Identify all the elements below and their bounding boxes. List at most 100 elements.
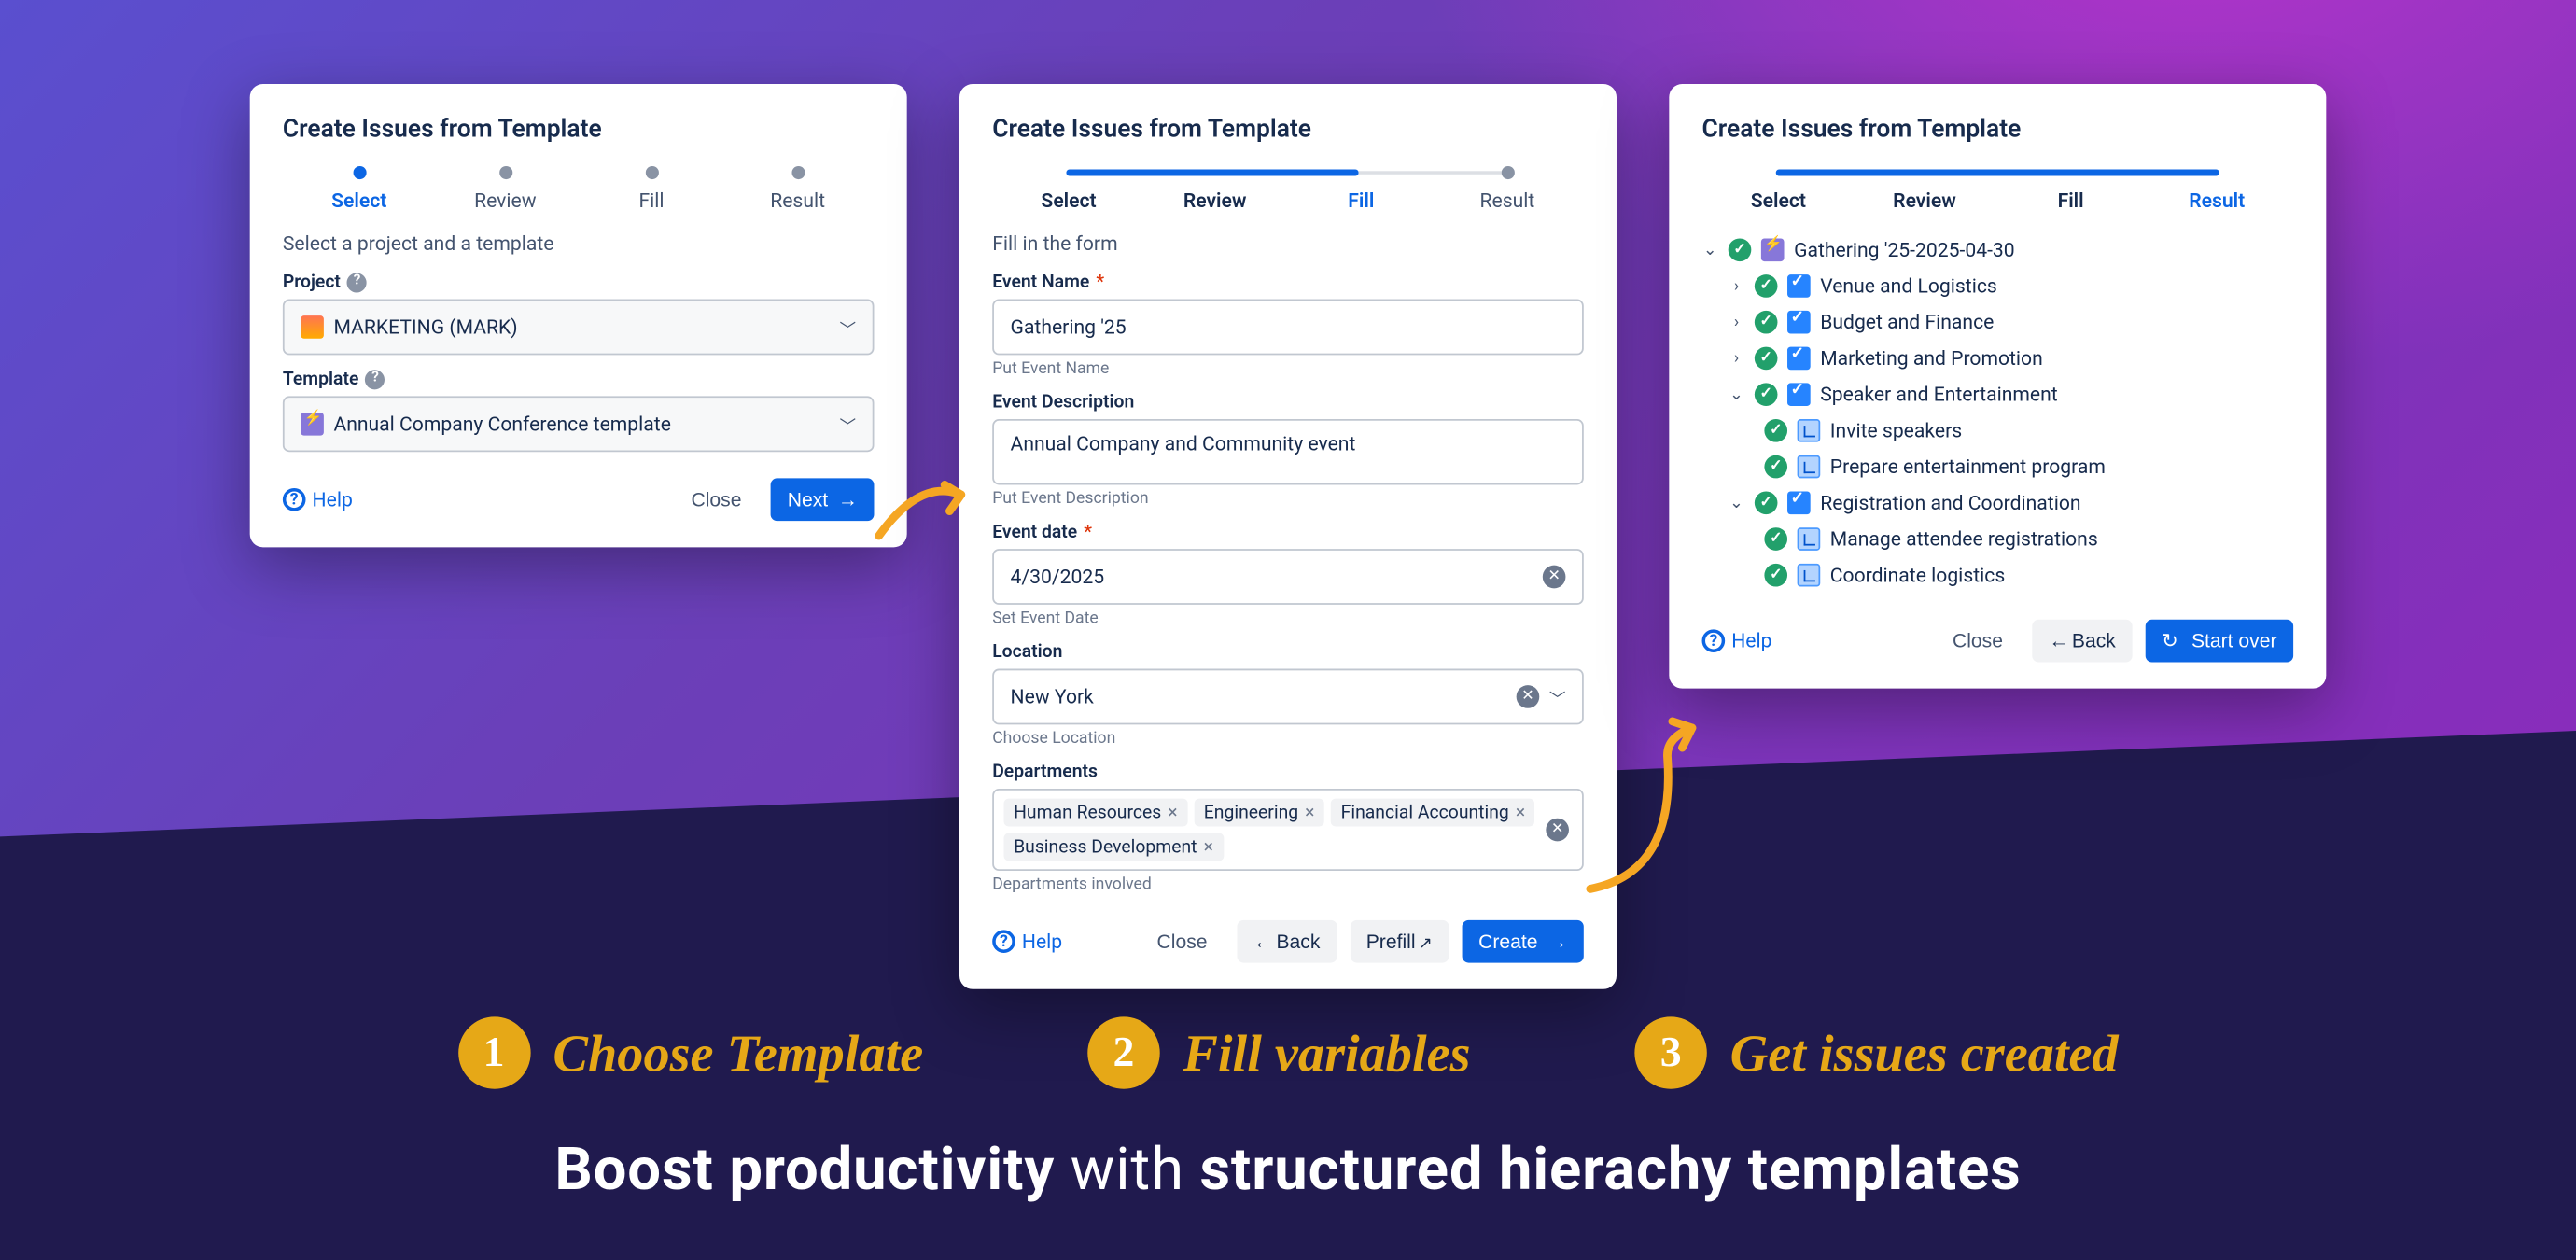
event-description-input[interactable]: Annual Company and Community event: [992, 419, 1584, 484]
step-result[interactable]: Result: [2144, 166, 2290, 212]
tree-toggle-icon[interactable]: ⌄: [1729, 494, 1745, 511]
step-select[interactable]: Select: [1705, 166, 1852, 212]
step-review[interactable]: Review: [432, 166, 579, 212]
headline: Boost productivity with structured hiera…: [0, 1135, 2576, 1204]
hint: Choose Location: [992, 730, 1584, 748]
tree-row-child[interactable]: ✓Manage attendee registrations: [1764, 521, 2293, 557]
template-select[interactable]: Annual Company Conference template ﹀: [283, 396, 875, 452]
start-over-button[interactable]: ↻Start over: [2146, 620, 2294, 663]
tree-row[interactable]: ›✓Venue and Logistics: [1729, 268, 2293, 304]
step-fill[interactable]: Fill: [1997, 166, 2144, 212]
help-icon[interactable]: ?: [365, 369, 385, 388]
tag: Engineering×: [1194, 799, 1324, 827]
help-link[interactable]: ?Help: [1702, 629, 1772, 652]
task-icon: [1787, 491, 1811, 514]
tree-toggle-icon[interactable]: ›: [1729, 349, 1745, 367]
subtask-icon: [1798, 455, 1821, 479]
arrow-right-icon: →: [1547, 930, 1567, 953]
success-icon: ✓: [1755, 274, 1778, 298]
tree-row[interactable]: ⌄✓Speaker and Entertainment: [1729, 376, 2293, 413]
tree-row[interactable]: ⌄✓Registration and Coordination: [1729, 484, 2293, 521]
success-icon: ✓: [1764, 564, 1787, 587]
epic-icon: [301, 413, 324, 436]
back-button[interactable]: ←Back: [1237, 920, 1337, 963]
remove-tag-icon[interactable]: ×: [1305, 802, 1314, 823]
event-name-input[interactable]: Gathering '25: [992, 300, 1584, 356]
success-icon: ✓: [1755, 347, 1778, 371]
step-select[interactable]: Select: [286, 166, 432, 212]
stepper: Select Review Fill Result: [996, 166, 1581, 212]
card-title: Create Issues from Template: [283, 114, 875, 144]
badge-1: 1: [457, 1016, 529, 1088]
step-review[interactable]: Review: [1852, 166, 1998, 212]
arrow-left-icon: ←: [2049, 629, 2068, 652]
project-select[interactable]: MARKETING (MARK) ﹀: [283, 300, 875, 356]
chevron-down-icon: ﹀: [1549, 684, 1566, 708]
success-icon: ✓: [1729, 238, 1752, 261]
chevron-down-icon: ﹀: [840, 315, 857, 339]
step-result[interactable]: Result: [724, 166, 871, 212]
panel-subtitle: Fill in the form: [992, 231, 1584, 255]
success-icon: ✓: [1755, 383, 1778, 406]
prefill-button[interactable]: Prefill↗: [1350, 920, 1449, 963]
close-button[interactable]: Close: [675, 478, 758, 521]
tree-row[interactable]: ›✓Marketing and Promotion: [1729, 341, 2293, 377]
tree-toggle-icon[interactable]: ⌄: [1702, 241, 1719, 259]
close-button[interactable]: Close: [1141, 920, 1224, 963]
event-description-label: Event Description: [992, 391, 1584, 413]
project-icon: [301, 315, 324, 339]
remove-tag-icon[interactable]: ×: [1168, 802, 1177, 823]
success-icon: ✓: [1764, 419, 1787, 442]
hint: Departments involved: [992, 875, 1584, 893]
help-link[interactable]: ?Help: [992, 930, 1062, 953]
step-fill[interactable]: Fill: [579, 166, 725, 212]
tree-row-child[interactable]: ✓Invite speakers: [1764, 413, 2293, 449]
success-icon: ✓: [1755, 311, 1778, 334]
task-icon: [1787, 311, 1811, 334]
remove-tag-icon[interactable]: ×: [1204, 836, 1213, 858]
badge-2: 2: [1087, 1016, 1159, 1088]
remove-tag-icon[interactable]: ×: [1516, 802, 1525, 823]
success-icon: ✓: [1755, 491, 1778, 514]
tree-toggle-icon[interactable]: ⌄: [1729, 385, 1745, 403]
location-select[interactable]: New York ✕﹀: [992, 669, 1584, 725]
clear-icon[interactable]: ✕: [1517, 685, 1540, 708]
hint: Set Event Date: [992, 609, 1584, 627]
tree-row-child[interactable]: ✓Coordinate logistics: [1764, 557, 2293, 594]
hint: Put Event Description: [992, 490, 1584, 508]
issue-tree: ⌄ ✓ Gathering '25-2025-04-30 ›✓Venue and…: [1702, 231, 2294, 593]
help-icon[interactable]: ?: [347, 273, 367, 292]
tree-row-child[interactable]: ✓Prepare entertainment program: [1764, 449, 2293, 485]
next-button[interactable]: Next→: [771, 478, 874, 521]
help-icon: ?: [1702, 629, 1726, 652]
tree-toggle-icon[interactable]: ›: [1729, 314, 1745, 331]
clear-icon[interactable]: ✕: [1546, 819, 1569, 842]
callouts: 1Choose Template 2Fill variables 3Get is…: [0, 1016, 2576, 1204]
back-button[interactable]: ←Back: [2033, 620, 2133, 663]
stepper: Select Review Fill Result: [286, 166, 871, 212]
external-link-icon: ↗: [1419, 935, 1433, 953]
tag: Financial Accounting×: [1331, 799, 1535, 827]
epic-icon: [1761, 238, 1785, 261]
project-label: Project?: [283, 272, 875, 293]
create-button[interactable]: Create→: [1463, 920, 1584, 963]
task-icon: [1787, 383, 1811, 406]
help-icon: ?: [283, 488, 306, 511]
step-review[interactable]: Review: [1141, 166, 1288, 212]
task-icon: [1787, 347, 1811, 371]
hint: Put Event Name: [992, 360, 1584, 378]
step-select[interactable]: Select: [996, 166, 1142, 212]
callout-2: 2Fill variables: [1087, 1016, 1470, 1088]
close-button[interactable]: Close: [1936, 620, 2019, 663]
tree-row[interactable]: ›✓Budget and Finance: [1729, 304, 2293, 341]
tree-row-root[interactable]: ⌄ ✓ Gathering '25-2025-04-30: [1702, 231, 2294, 268]
tree-toggle-icon[interactable]: ›: [1729, 277, 1745, 295]
clear-icon[interactable]: ✕: [1543, 566, 1566, 589]
help-link[interactable]: ?Help: [283, 488, 353, 511]
step-fill[interactable]: Fill: [1288, 166, 1435, 212]
template-label: Template?: [283, 368, 875, 389]
event-date-input[interactable]: 4/30/2025✕: [992, 549, 1584, 605]
step-result[interactable]: Result: [1435, 166, 1581, 212]
departments-input[interactable]: Human Resources× Engineering× Financial …: [992, 789, 1584, 871]
help-icon: ?: [992, 930, 1015, 953]
